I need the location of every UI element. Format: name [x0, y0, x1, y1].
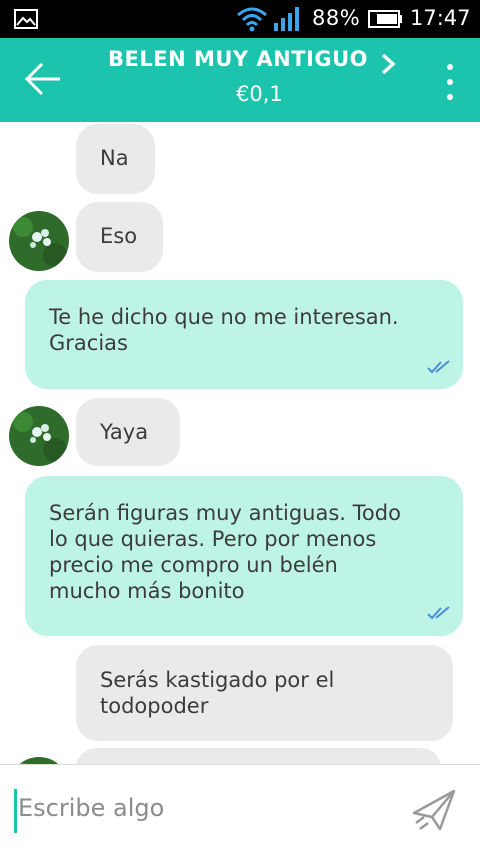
listing-price: €0,1 [236, 82, 283, 106]
message-composer [0, 764, 480, 855]
message-list[interactable]: Na Eso Te he dicho que no me interesan. … [0, 122, 480, 764]
chat-header: BELEN MUY ANTIGUO €0,1 [0, 38, 480, 122]
incoming-message: Yaya [76, 398, 180, 466]
status-bar: 88% 17:47 [0, 0, 480, 38]
avatar[interactable] [9, 757, 69, 764]
more-vert-icon[interactable] [440, 62, 460, 102]
outgoing-message: Serán figuras muy antiguas. Todo lo que … [25, 476, 463, 636]
clock: 17:47 [410, 6, 471, 30]
message-text: Te he dicho que no me interesan. Gracias [49, 305, 399, 355]
incoming-message: Na [76, 124, 155, 194]
battery-icon [368, 10, 402, 28]
image-icon [14, 9, 38, 29]
listing-title[interactable]: BELEN MUY ANTIGUO [108, 47, 368, 71]
message-input[interactable] [14, 785, 388, 831]
signal-icon [274, 7, 299, 31]
avatar[interactable] [9, 406, 69, 466]
incoming-message: Eso [76, 202, 163, 272]
incoming-message-partial [76, 748, 441, 764]
double-check-icon [427, 606, 450, 620]
back-arrow-icon[interactable] [24, 62, 62, 96]
message-text: Eso [100, 224, 138, 248]
avatar[interactable] [9, 211, 69, 271]
battery-percentage: 88% [312, 6, 361, 30]
wifi-icon [237, 7, 267, 32]
message-text: Serán figuras muy antiguas. Todo lo que … [49, 501, 401, 603]
message-text: Serás kastigado por el todopoder [100, 668, 335, 718]
send-icon[interactable] [410, 787, 458, 833]
chevron-right-icon[interactable] [378, 52, 398, 76]
double-check-icon [427, 360, 450, 374]
message-text: Na [100, 146, 129, 170]
outgoing-message: Te he dicho que no me interesan. Gracias [25, 280, 463, 389]
incoming-message: Serás kastigado por el todopoder [76, 645, 453, 741]
message-text: Yaya [100, 420, 149, 444]
